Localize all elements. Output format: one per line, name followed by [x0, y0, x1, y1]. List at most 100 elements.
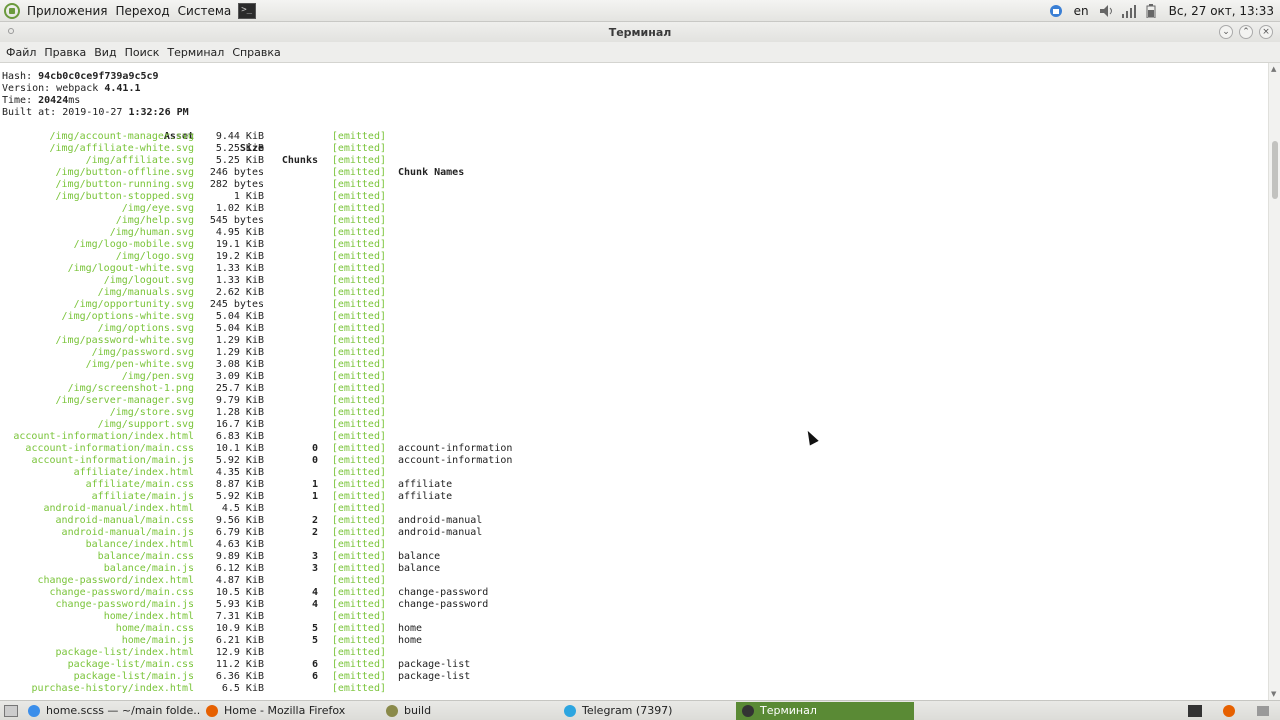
- battery-icon[interactable]: [1143, 3, 1159, 19]
- table-row: /img/help.svg 545 bytes [emitted]: [2, 215, 1268, 227]
- table-row: android-manual/index.html 4.5 KiB [emitted…: [2, 503, 1268, 515]
- table-row: change-password/main.js 5.93 KiB 4 [emitted…: [2, 599, 1268, 611]
- asset-cell: /img/store.svg: [109, 407, 194, 418]
- menu-view[interactable]: Вид: [90, 46, 120, 59]
- asset-cell: change-password/main.js: [55, 599, 194, 610]
- chunk-name-cell: package-list: [398, 659, 471, 670]
- table-row: home/index.html 7.31 KiB [emitted]: [2, 611, 1268, 623]
- taskbar-item[interactable]: build: [380, 702, 558, 720]
- table-row: package-list/main.css 11.2 KiB 6 [emitted] p…: [2, 659, 1268, 671]
- scroll-down-icon[interactable]: ▼: [1271, 690, 1276, 698]
- table-row: /img/affiliate-white.svg 5.25 KiB [emitted…: [2, 143, 1268, 155]
- window-menubar: Файл Правка Вид Поиск Терминал Справка: [0, 42, 1280, 63]
- size-cell: 282 bytes: [209, 179, 264, 190]
- taskbar-item[interactable]: Терминал: [736, 701, 914, 720]
- status-cell: [emitted]: [331, 407, 386, 418]
- status-cell: [emitted]: [331, 659, 386, 670]
- minimize-icon[interactable]: ⌄: [1219, 25, 1233, 39]
- menu-system[interactable]: Система: [174, 4, 236, 18]
- table-row: /img/human.svg 4.95 KiB [emitted]: [2, 227, 1268, 239]
- menu-edit[interactable]: Правка: [40, 46, 90, 59]
- status-cell: [emitted]: [331, 467, 386, 478]
- chunk-cell: 4: [311, 587, 318, 598]
- size-cell: 1.29 KiB: [215, 335, 264, 346]
- size-cell: 19.1 KiB: [215, 239, 264, 250]
- window-menu-icon[interactable]: [8, 28, 14, 34]
- status-cell: [emitted]: [331, 251, 386, 262]
- asset-cell: /img/help.svg: [115, 215, 194, 226]
- chunk-cell: 5: [311, 635, 318, 646]
- size-cell: 16.7 KiB: [215, 419, 264, 430]
- asset-cell: account-information/index.html: [13, 431, 194, 442]
- table-row: account-information/main.js 5.92 KiB 0 [emi…: [2, 455, 1268, 467]
- status-cell: [emitted]: [331, 203, 386, 214]
- status-cell: [emitted]: [331, 575, 386, 586]
- table-row: /img/logout-white.svg 1.33 KiB [emitted]: [2, 263, 1268, 275]
- taskbar-item-label: Терминал: [760, 704, 817, 717]
- status-cell: [emitted]: [331, 335, 386, 346]
- menu-file[interactable]: Файл: [2, 46, 40, 59]
- asset-cell: /img/human.svg: [109, 227, 194, 238]
- asset-cell: /img/account-manager.svg: [49, 131, 195, 142]
- tray-firefox-icon[interactable]: [1216, 702, 1242, 720]
- size-cell: 10.1 KiB: [215, 443, 264, 454]
- terminal-output[interactable]: Hash: 94cb0c0ce9f739a9c5c9 Version: webp…: [0, 63, 1268, 700]
- chunk-cell: 3: [311, 551, 318, 562]
- size-cell: 6.36 KiB: [215, 671, 264, 682]
- menu-places[interactable]: Переход: [112, 4, 174, 18]
- close-icon[interactable]: ×: [1259, 25, 1273, 39]
- window-titlebar[interactable]: Терминал ⌄ ⌃ ×: [0, 22, 1280, 42]
- table-row: /img/affiliate.svg 5.25 KiB [emitted]: [2, 155, 1268, 167]
- hash-label: Hash:: [2, 71, 33, 82]
- taskbar-item[interactable]: home.scss — ~/main folde...: [22, 702, 200, 720]
- asset-cell: change-password/main.css: [49, 587, 195, 598]
- chunk-name-cell: home: [398, 623, 423, 634]
- status-cell: [emitted]: [331, 191, 386, 202]
- scrollbar-thumb[interactable]: [1272, 141, 1278, 199]
- size-cell: 6.12 KiB: [215, 563, 264, 574]
- size-cell: 5.04 KiB: [215, 323, 264, 334]
- clock[interactable]: Вс, 27 окт, 13:33: [1165, 4, 1278, 18]
- asset-cell: /img/logout-white.svg: [67, 263, 194, 274]
- taskbar-item[interactable]: Home - Mozilla Firefox: [200, 702, 380, 720]
- table-row: /img/logout.svg 1.33 KiB [emitted]: [2, 275, 1268, 287]
- terminal-scrollbar[interactable]: ▲ ▼: [1268, 63, 1280, 700]
- size-cell: 5.92 KiB: [215, 455, 264, 466]
- size-cell: 10.9 KiB: [215, 623, 264, 634]
- chunk-cell: 0: [311, 455, 318, 466]
- terminal-launcher-icon[interactable]: >_: [238, 2, 257, 19]
- size-cell: 11.2 KiB: [215, 659, 264, 670]
- status-cell: [emitted]: [331, 371, 386, 382]
- status-cell: [emitted]: [331, 515, 386, 526]
- scroll-up-icon[interactable]: ▲: [1271, 65, 1276, 73]
- status-cell: [emitted]: [331, 491, 386, 502]
- menu-applications[interactable]: Приложения: [23, 4, 112, 18]
- taskbar-item[interactable]: Telegram (7397): [558, 702, 736, 720]
- tray-other-icon[interactable]: [1250, 702, 1276, 720]
- status-cell: [emitted]: [331, 359, 386, 370]
- asset-cell: balance/main.css: [97, 551, 194, 562]
- menu-terminal[interactable]: Терминал: [163, 46, 228, 59]
- asset-cell: /img/options-white.svg: [61, 311, 194, 322]
- size-cell: 245 bytes: [209, 299, 264, 310]
- status-cell: [emitted]: [331, 419, 386, 430]
- size-cell: 5.25 KiB: [215, 155, 264, 166]
- menu-search[interactable]: Поиск: [121, 46, 164, 59]
- chunk-name-cell: change-password: [398, 587, 489, 598]
- table-row: /img/options-white.svg 5.04 KiB [emitted]: [2, 311, 1268, 323]
- table-row: affiliate/main.css 8.87 KiB 1 [emitted] affi…: [2, 479, 1268, 491]
- status-cell: [emitted]: [331, 455, 386, 466]
- menu-help[interactable]: Справка: [228, 46, 284, 59]
- chunk-cell: 5: [311, 623, 318, 634]
- keyboard-layout[interactable]: en: [1070, 4, 1093, 18]
- tray-terminal-icon[interactable]: [1182, 702, 1208, 720]
- table-row: affiliate/index.html 4.35 KiB [emitted]: [2, 467, 1268, 479]
- show-desktop-icon[interactable]: [0, 702, 22, 720]
- maximize-icon[interactable]: ⌃: [1239, 25, 1253, 39]
- mint-menu-icon[interactable]: [4, 2, 20, 19]
- volume-icon[interactable]: [1099, 3, 1115, 19]
- status-cell: [emitted]: [331, 527, 386, 538]
- update-icon[interactable]: [1048, 3, 1064, 19]
- network-icon[interactable]: [1121, 3, 1137, 19]
- status-cell: [emitted]: [331, 623, 386, 634]
